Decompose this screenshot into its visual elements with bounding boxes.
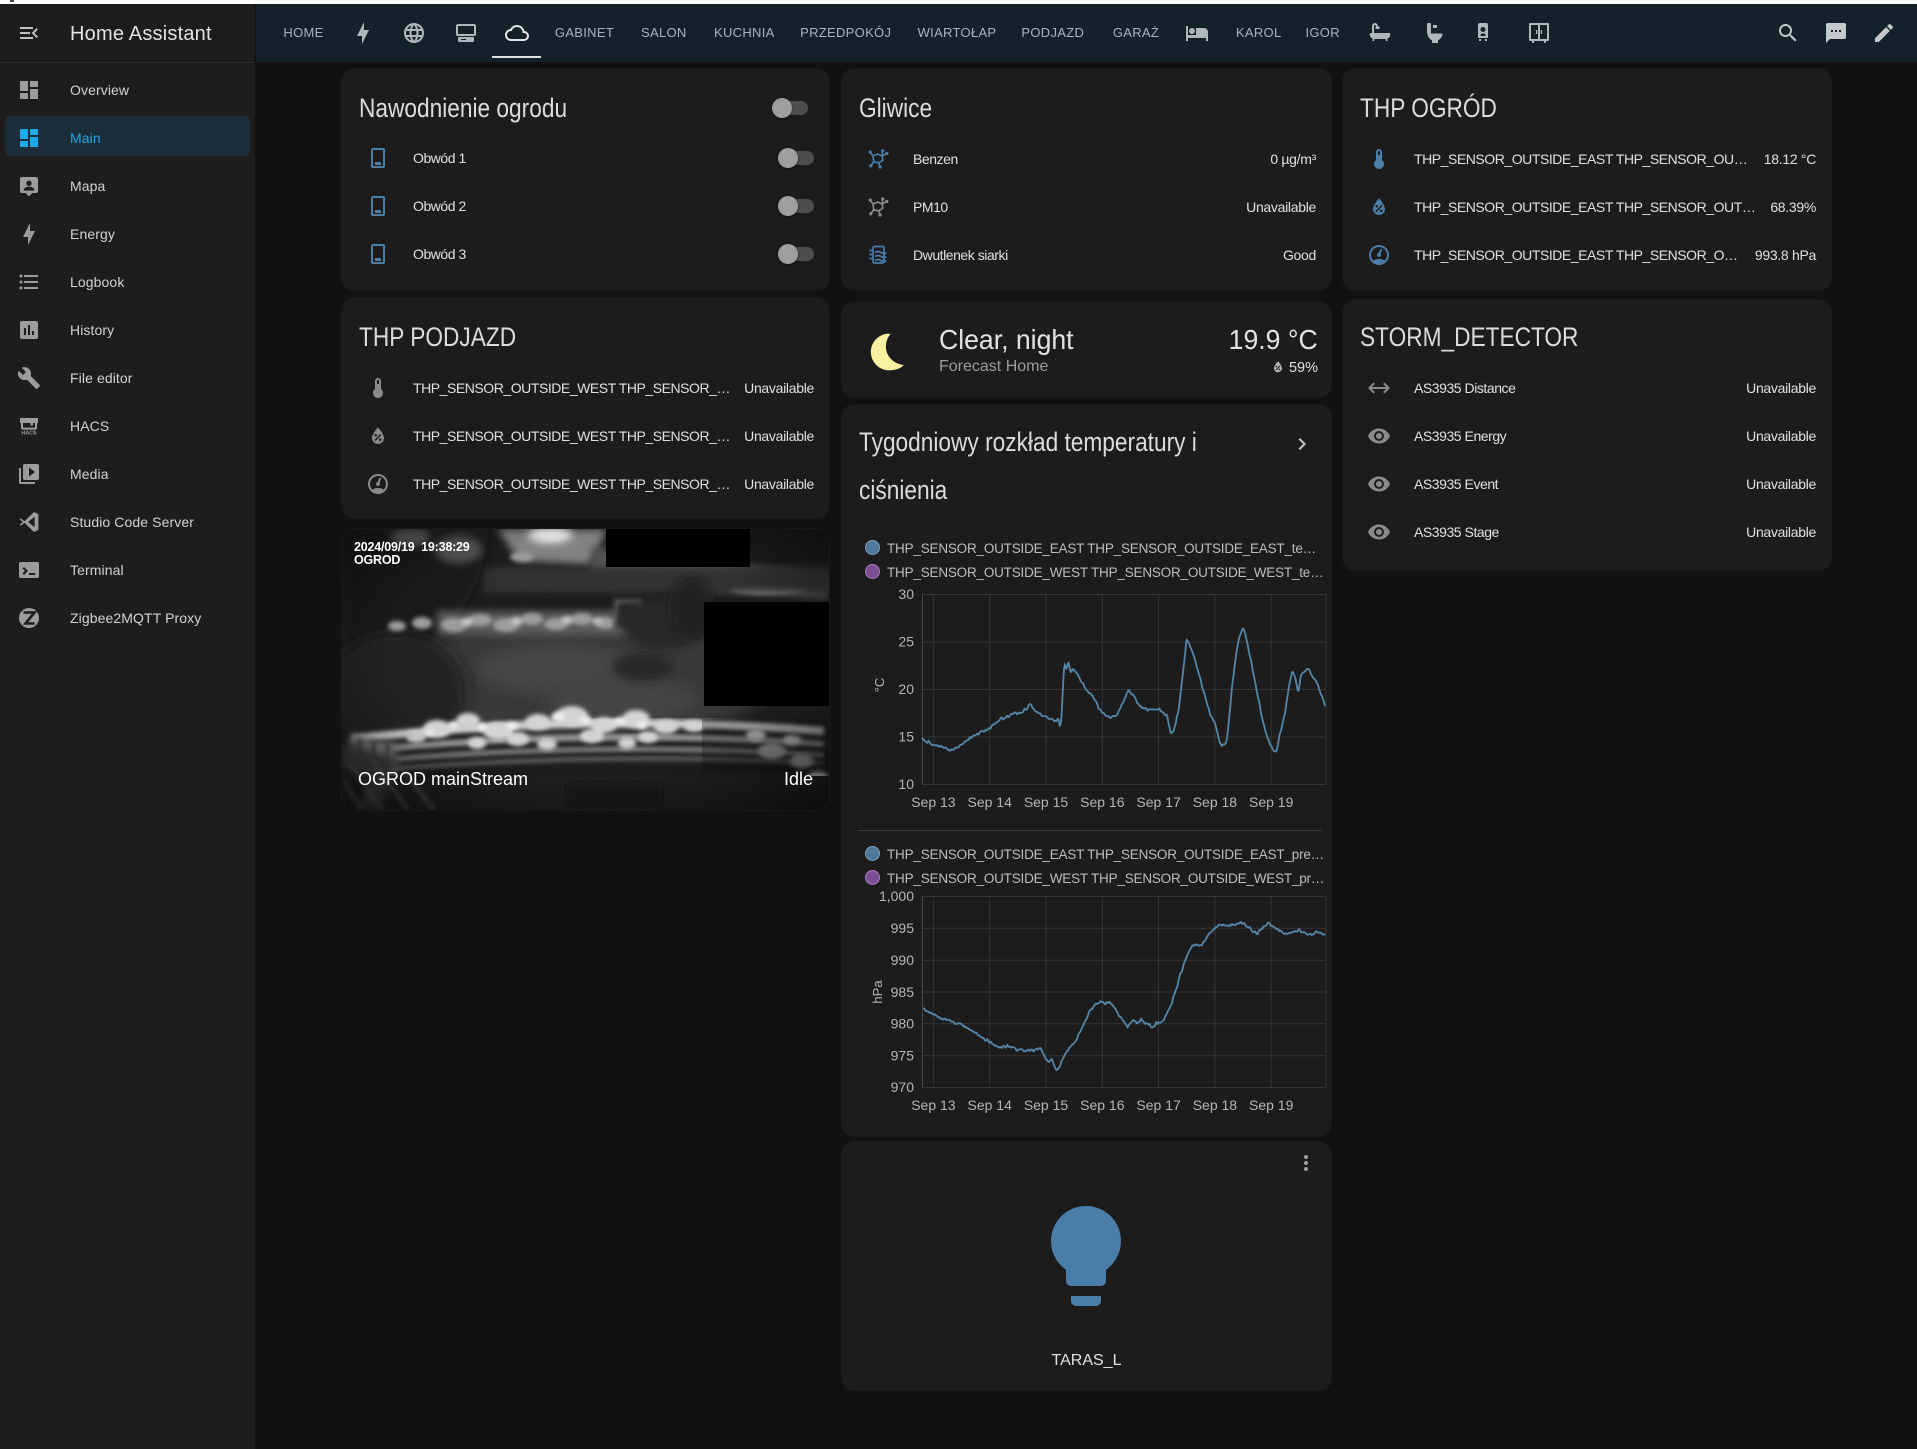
svg-text:1,000: 1,000 [879,888,914,904]
svg-text:995: 995 [891,920,915,936]
svg-text:Sep 17: Sep 17 [1136,794,1181,810]
svg-text:Sep 16: Sep 16 [1080,794,1125,810]
svg-text:Sep 19: Sep 19 [1249,794,1294,810]
svg-text:975: 975 [891,1048,915,1064]
svg-text:20: 20 [898,681,914,697]
svg-text:980: 980 [891,1016,915,1032]
svg-text:Sep 18: Sep 18 [1193,1097,1238,1113]
svg-text:990: 990 [891,952,915,968]
svg-text:HACS: HACS [21,430,37,436]
svg-text:hPa: hPa [870,980,885,1004]
svg-text:Sep 16: Sep 16 [1080,1097,1125,1113]
svg-text:15: 15 [898,729,914,745]
svg-text:25: 25 [898,634,914,650]
svg-text:Sep 15: Sep 15 [1024,1097,1069,1113]
svg-text:Sep 19: Sep 19 [1249,1097,1294,1113]
svg-text:Sep 18: Sep 18 [1193,794,1238,810]
svg-text:Sep 14: Sep 14 [968,794,1013,810]
svg-text:Sep 13: Sep 13 [911,794,956,810]
svg-text:Sep 15: Sep 15 [1024,794,1069,810]
svg-text:10: 10 [898,776,914,792]
svg-text:970: 970 [891,1079,915,1095]
svg-text:985: 985 [891,984,915,1000]
svg-text:Sep 13: Sep 13 [911,1097,956,1113]
svg-text:Sep 17: Sep 17 [1136,1097,1181,1113]
svg-text:30: 30 [898,586,914,602]
svg-text:Sep 14: Sep 14 [968,1097,1013,1113]
svg-text:°C: °C [872,678,887,693]
